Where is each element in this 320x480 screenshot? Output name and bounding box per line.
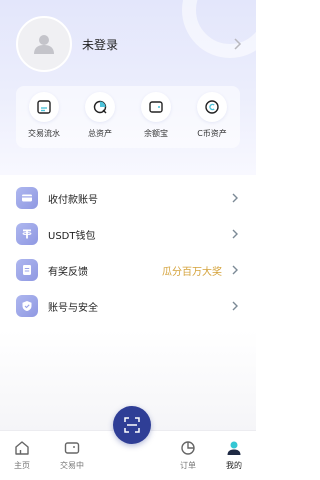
transaction-flow-icon	[29, 92, 59, 122]
profile-icon	[227, 441, 241, 455]
usdt-icon	[16, 223, 38, 245]
chevron-right-icon	[232, 229, 238, 239]
tab-label: 我的	[226, 461, 242, 470]
quick-action-label: 交易流水	[28, 129, 60, 138]
card-icon	[16, 187, 38, 209]
quick-action-label: C币资产	[197, 129, 227, 138]
menu-item-feedback[interactable]: 有奖反馈 瓜分百万大奖	[16, 252, 240, 288]
chevron-right-icon	[232, 301, 238, 311]
c-coin-icon	[197, 92, 227, 122]
menu-item-account-security[interactable]: 账号与安全	[16, 288, 240, 324]
trading-icon	[64, 442, 80, 454]
avatar[interactable]	[16, 16, 72, 72]
settings-menu: 收付款账号 USDT钱包 有奖反馈 瓜分百万大奖 账号与安全	[16, 180, 240, 324]
home-icon	[15, 441, 29, 455]
quick-action-label: 余额宝	[144, 129, 168, 138]
tab-label: 订单	[180, 461, 196, 470]
menu-item-label: 有奖反馈	[48, 266, 88, 278]
tab-orders[interactable]: 订单	[168, 439, 208, 471]
menu-item-label: 收付款账号	[48, 194, 98, 206]
wallet-icon	[141, 92, 171, 122]
scan-icon	[124, 417, 140, 433]
orders-icon	[181, 441, 195, 455]
total-assets-icon	[85, 92, 115, 122]
menu-item-label: 账号与安全	[48, 302, 98, 314]
quick-action-transaction-flow[interactable]: 交易流水	[18, 92, 70, 139]
chevron-right-icon	[232, 265, 238, 275]
chevron-right-icon[interactable]	[232, 37, 242, 51]
menu-item-label: USDT钱包	[48, 230, 96, 242]
menu-item-usdt-wallet[interactable]: USDT钱包	[16, 216, 240, 252]
tab-profile[interactable]: 我的	[214, 439, 254, 471]
shield-icon	[16, 295, 38, 317]
quick-action-yuebao[interactable]: 余额宝	[130, 92, 182, 139]
quick-actions-card: 交易流水 总资产 余额宝 C币资产	[16, 86, 240, 148]
chevron-right-icon	[232, 193, 238, 203]
quick-action-label: 总资产	[88, 129, 112, 138]
user-placeholder-icon	[34, 35, 54, 54]
tab-label: 主页	[14, 461, 30, 470]
quick-action-total-assets[interactable]: 总资产	[74, 92, 126, 139]
tab-home[interactable]: 主页	[2, 439, 42, 471]
reward-promo-text: 瓜分百万大奖	[162, 266, 222, 278]
quick-action-c-coin[interactable]: C币资产	[186, 92, 238, 139]
feedback-icon	[16, 259, 38, 281]
tab-label: 交易中	[60, 461, 84, 470]
scan-button[interactable]	[113, 406, 151, 444]
tab-trading[interactable]: 交易中	[52, 439, 92, 471]
login-status[interactable]: 未登录	[82, 36, 232, 53]
menu-item-payment-accounts[interactable]: 收付款账号	[16, 180, 240, 216]
profile-header[interactable]: 未登录	[16, 16, 242, 72]
